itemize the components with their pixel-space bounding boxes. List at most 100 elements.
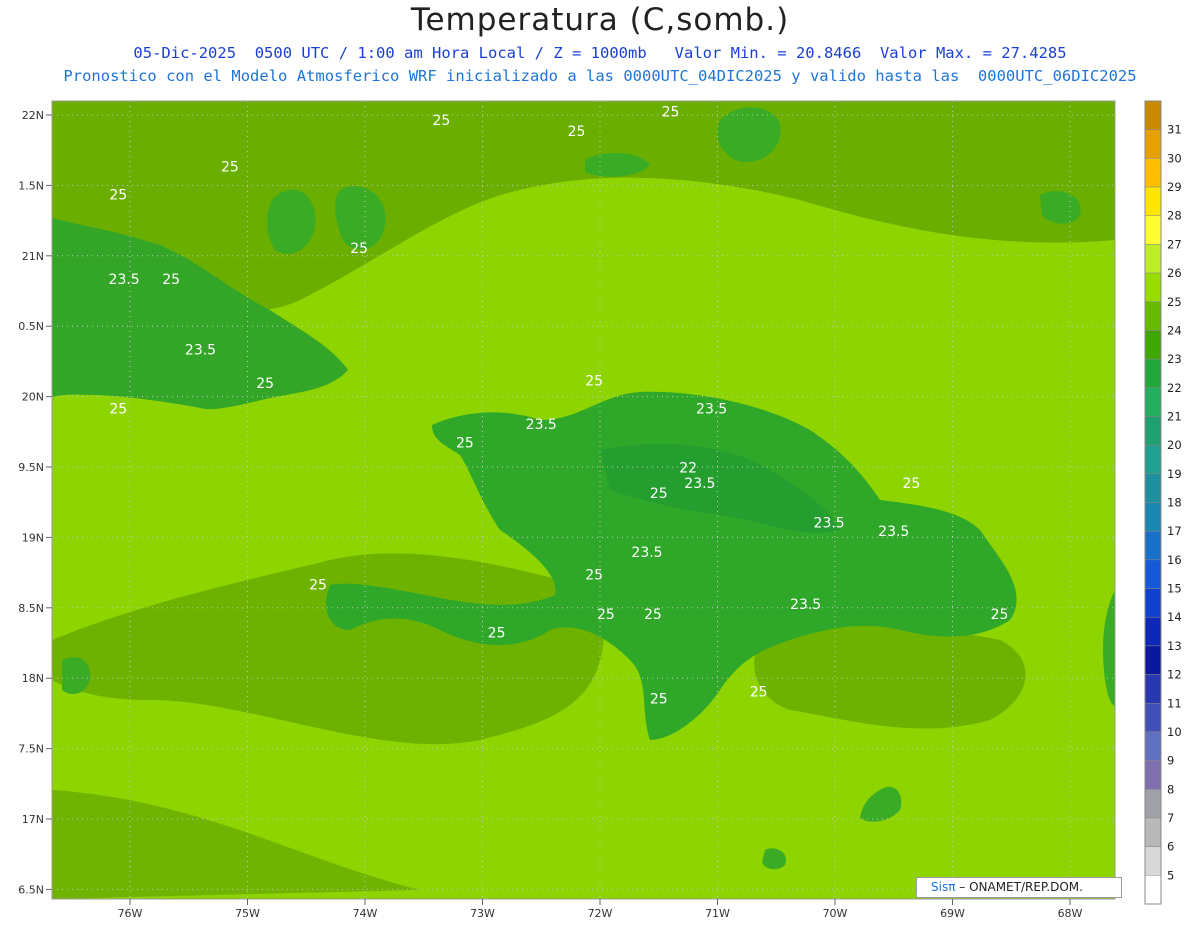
latitude-axis: 22N 1.5N 21N 0.5N 20N 9.5N 19N 8.5N 18N 7.5N 17N 6.…: [18, 109, 52, 896]
colorbar-swatch: [1144, 817, 1162, 847]
lat-label: 17N: [22, 813, 44, 826]
contour-label: 25: [568, 124, 586, 140]
lon-label: 76W: [118, 907, 143, 920]
credit-box: Sisπ – ONAMET/REP.DOM.: [916, 877, 1122, 898]
colorbar-label: 15: [1167, 582, 1182, 596]
colorbar-swatch: [1144, 731, 1162, 761]
colorbar-label: 27: [1167, 237, 1182, 251]
colorbar-label: 31: [1167, 123, 1182, 137]
credit-text: – ONAMET/REP.DOM.: [955, 880, 1083, 894]
lat-label: 7.5N: [18, 743, 44, 756]
colorbar-swatch: [1144, 444, 1162, 475]
lat-label: 22N: [22, 109, 44, 122]
contour-label: 25: [991, 607, 1009, 623]
contour-label: 25: [750, 685, 768, 701]
contour-label: 23.5: [814, 516, 845, 532]
colorbar-swatch: [1144, 760, 1162, 790]
lat-label: 9.5N: [18, 461, 44, 474]
colorbar-label: 14: [1167, 610, 1182, 624]
colorbar: 31 30 29 28 27 26 25 24 23 22 21 20 19 18 17 16 15 14 13 12…: [1144, 100, 1182, 905]
colorbar-swatch: [1144, 473, 1162, 503]
colorbar-label: 28: [1167, 209, 1182, 223]
contour-label: 23.5: [696, 401, 727, 417]
colorbar-swatch: [1144, 186, 1162, 216]
colorbar-label: 7: [1167, 811, 1174, 825]
colorbar-swatch: [1144, 789, 1162, 819]
contour-label: 25: [650, 692, 668, 708]
lat-label: 8.5N: [18, 602, 44, 615]
contour-label: 25: [162, 272, 180, 288]
temperature-map: 22N 1.5N 21N 0.5N 20N 9.5N 19N 8.5N 18N 7.5N 17N 6.…: [18, 100, 1182, 920]
contour-label: 25: [109, 187, 127, 203]
lat-label: 0.5N: [18, 320, 44, 333]
contour-label: 25: [585, 568, 603, 584]
colorbar-label: 22: [1167, 381, 1182, 395]
contour-label: 23.5: [878, 524, 909, 540]
lat-label: 21N: [22, 250, 44, 263]
credit-brand: Sisπ: [931, 880, 956, 894]
colorbar-swatch: [1144, 158, 1162, 188]
contour-label: 23.5: [790, 597, 821, 613]
colorbar-label: 11: [1167, 696, 1182, 710]
lon-label: 69W: [940, 907, 965, 920]
contour-label: 25: [456, 435, 474, 451]
contour-label: 25: [256, 376, 274, 392]
colorbar-label: 29: [1167, 180, 1182, 194]
colorbar-swatch: [1144, 846, 1162, 876]
contour-label: 25: [109, 401, 127, 417]
colorbar-label: 18: [1167, 496, 1182, 510]
colorbar-label: 26: [1167, 266, 1182, 280]
colorbar-label: 21: [1167, 409, 1182, 423]
contour-label: 23.5: [631, 545, 662, 561]
contour-label: 25: [432, 113, 450, 129]
colorbar-label: 10: [1167, 725, 1182, 739]
colorbar-swatch: [1144, 875, 1162, 905]
colorbar-swatch: [1144, 301, 1162, 331]
colorbar-swatch: [1144, 703, 1162, 733]
contour-label: 25: [221, 159, 239, 175]
colorbar-label: 20: [1167, 438, 1182, 452]
colorbar-swatch: [1144, 674, 1162, 704]
colorbar-label: 24: [1167, 323, 1182, 337]
lon-label: 70W: [823, 907, 848, 920]
colorbar-swatch: [1144, 244, 1162, 274]
colorbar-swatch: [1144, 559, 1162, 589]
longitude-axis: 76W 75W 74W 73W 72W 71W 70W 69W 68W: [118, 899, 1083, 920]
lon-label: 73W: [470, 907, 495, 920]
colorbar-label: 19: [1167, 467, 1182, 481]
colorbar-label: 5: [1167, 868, 1174, 882]
colorbar-swatch: [1144, 358, 1162, 389]
colorbar-swatch: [1144, 616, 1162, 647]
colorbar-label: 9: [1167, 754, 1174, 768]
colorbar-swatch: [1144, 100, 1162, 130]
colorbar-label: 8: [1167, 782, 1174, 796]
colorbar-swatch: [1144, 272, 1162, 303]
contour-label: 23.5: [109, 272, 140, 288]
colorbar-swatch: [1144, 387, 1162, 417]
colorbar-label: 13: [1167, 639, 1182, 653]
contour-label: 25: [309, 577, 327, 593]
lon-label: 75W: [235, 907, 260, 920]
contour-label: 25: [644, 607, 662, 623]
lat-label: 20N: [22, 391, 44, 404]
contour-label: 23.5: [185, 342, 216, 358]
contour-label: 25: [902, 476, 920, 492]
lat-label: 6.5N: [18, 883, 44, 896]
lon-label: 71W: [705, 907, 730, 920]
colorbar-swatch: [1144, 416, 1162, 446]
contour-label: 23.5: [684, 476, 715, 492]
contour-label: 22: [679, 461, 697, 477]
contour-label: 25: [488, 625, 506, 641]
colorbar-swatch: [1144, 129, 1162, 159]
lat-label: 1.5N: [18, 179, 44, 192]
lat-label: 19N: [22, 531, 44, 544]
contour-label: 25: [662, 104, 680, 120]
contour-label: 25: [650, 486, 668, 502]
colorbar-swatch: [1144, 502, 1162, 532]
colorbar-swatch: [1144, 330, 1162, 360]
lon-label: 68W: [1058, 907, 1083, 920]
contour-label: 23.5: [526, 417, 557, 433]
contour-label: 25: [350, 241, 368, 257]
colorbar-label: 30: [1167, 151, 1182, 165]
colorbar-label: 23: [1167, 352, 1182, 366]
